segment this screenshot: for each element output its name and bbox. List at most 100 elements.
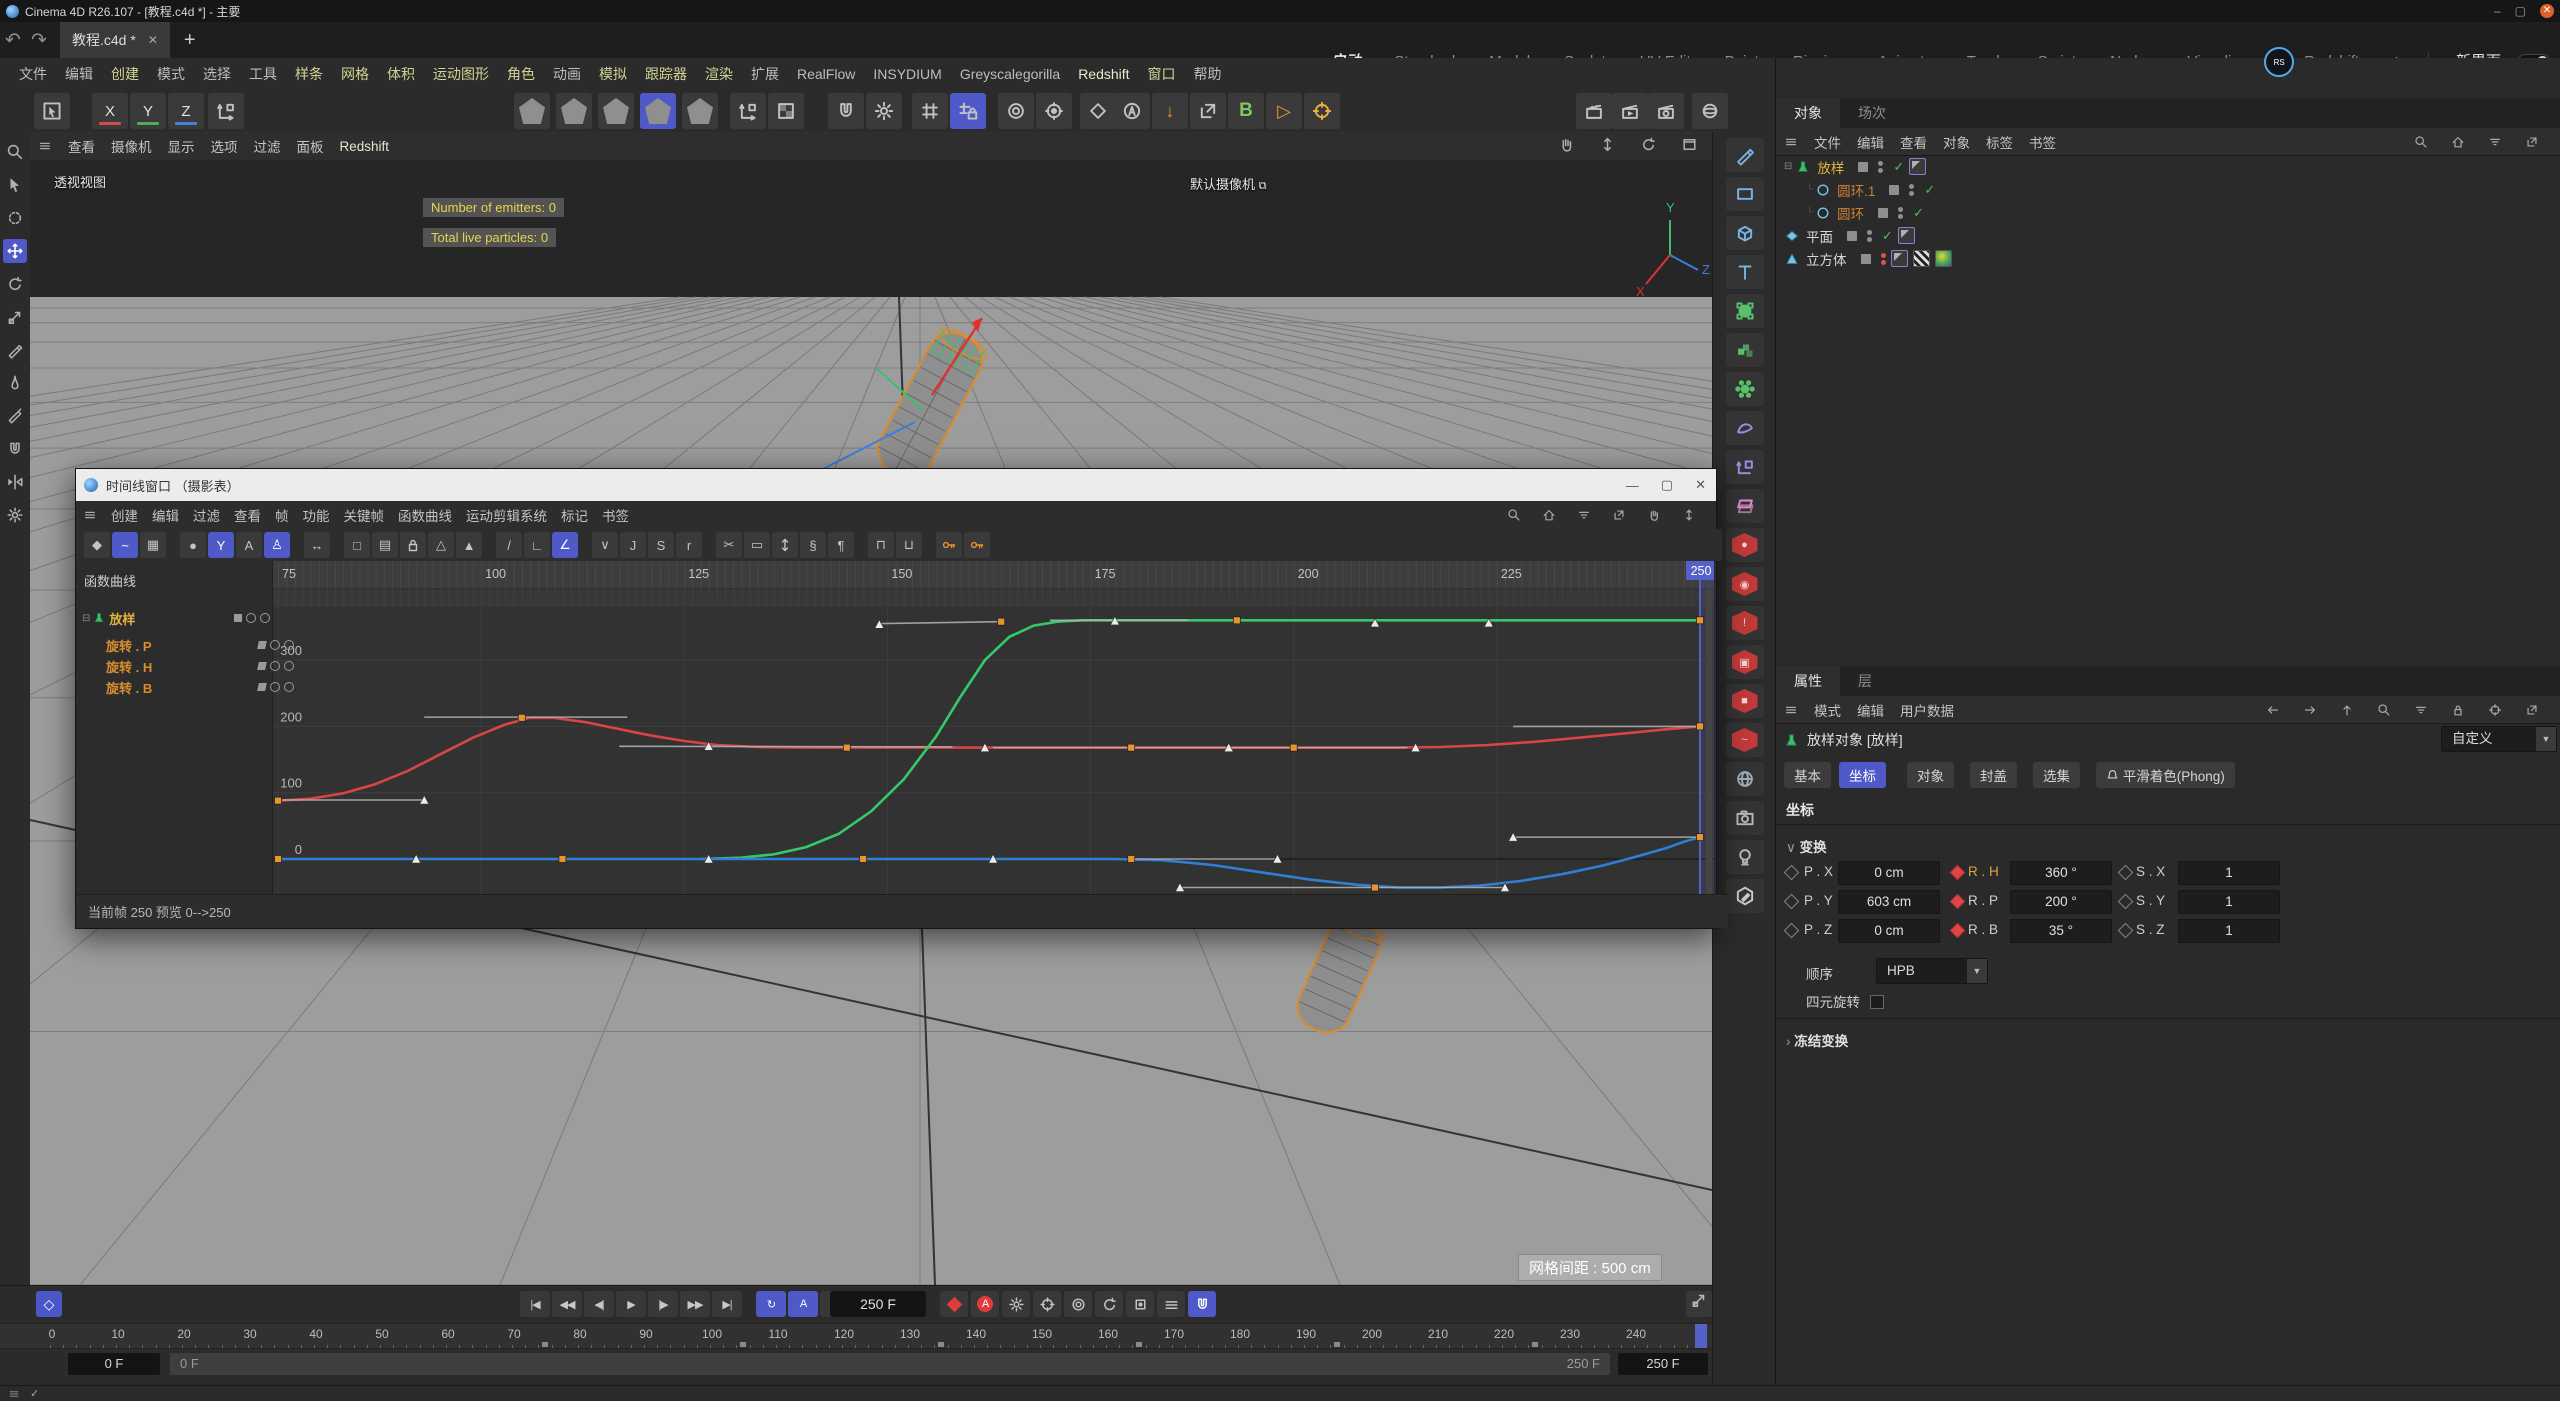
layer-chip[interactable]	[1878, 208, 1888, 218]
menu-INSYDIUM[interactable]: INSYDIUM	[864, 66, 950, 82]
am-menu-用户数据[interactable]: 用户数据	[1892, 700, 1962, 720]
menu-角色[interactable]: 角色	[498, 64, 544, 84]
track-toggle-icon[interactable]	[246, 613, 256, 623]
flag-tag-icon[interactable]	[1891, 250, 1908, 267]
st-camera-icon[interactable]	[1726, 801, 1764, 835]
loop-button[interactable]: ↻	[756, 1291, 786, 1317]
menu-运动图形[interactable]: 运动图形	[424, 64, 498, 84]
rotation-order-dropdown[interactable]: HPB▼	[1876, 958, 1988, 984]
track-mute-icon[interactable]	[234, 614, 242, 622]
tl-tool-21-icon[interactable]: ▭	[744, 532, 770, 558]
record-scale-button[interactable]	[1064, 1291, 1092, 1317]
track-toggle-icon[interactable]	[284, 661, 294, 671]
autokey-objects-icon[interactable]	[1114, 93, 1150, 129]
menu-模式[interactable]: 模式	[148, 64, 194, 84]
fcurve-mode-icon[interactable]: ~	[112, 532, 138, 558]
om-menu-对象[interactable]: 对象	[1935, 132, 1978, 152]
tl-home-icon[interactable]	[1535, 508, 1563, 522]
zoom-tool-icon[interactable]	[3, 140, 27, 164]
keyframe[interactable]	[1128, 744, 1135, 751]
redshift-volume-icon[interactable]: ~	[1726, 723, 1764, 757]
motext-icon[interactable]	[1726, 255, 1764, 289]
checker-tag-icon[interactable]	[1913, 250, 1930, 267]
keyframe-diamond[interactable]	[2118, 865, 2134, 881]
tl-tool-15-icon[interactable]: ∠	[552, 532, 578, 558]
keyframe[interactable]	[1696, 723, 1703, 730]
tl-tool-6-icon[interactable]: ♙	[264, 532, 290, 558]
om-menu-书签[interactable]: 书签	[2021, 132, 2064, 152]
param-field[interactable]: 35 °	[2010, 919, 2112, 943]
tl-tool-26-icon[interactable]: ⊔	[896, 532, 922, 558]
object-row-放样[interactable]: ⊟放样✓	[1776, 155, 2560, 178]
keyframe[interactable]	[843, 744, 850, 751]
section-选集[interactable]: 选集	[2033, 762, 2080, 788]
tab-场次[interactable]: 场次	[1840, 98, 1904, 128]
tab-属性[interactable]: 属性	[1776, 666, 1840, 696]
keyframe[interactable]	[1128, 856, 1135, 863]
tl-tool-0-icon[interactable]: ◆	[84, 532, 110, 558]
document-tab[interactable]: 教程.c4d * ✕	[60, 22, 170, 58]
vp-menu-显示[interactable]: 显示	[160, 136, 203, 156]
flag-tag-icon[interactable]	[1898, 227, 1915, 244]
tl-tool-5-icon[interactable]: A	[236, 532, 262, 558]
vp-menu-选项[interactable]: 选项	[203, 136, 246, 156]
set-keyframe-button[interactable]: ◇	[36, 1291, 62, 1317]
menu-帮助[interactable]: 帮助	[1185, 64, 1231, 84]
visibility-dots[interactable]	[1867, 230, 1872, 242]
add-tab-button[interactable]: +	[170, 29, 210, 52]
section-平滑着色(Phong)[interactable]: 平滑着色(Phong)	[2096, 762, 2235, 788]
keying-settings-button[interactable]	[1002, 1291, 1030, 1317]
primitive-object-icon[interactable]	[1726, 216, 1764, 250]
tl-tool-13-icon[interactable]: /	[496, 532, 522, 558]
tl-menu-函数曲线[interactable]: 函数曲线	[391, 505, 459, 525]
keyframe-diamond[interactable]	[1784, 894, 1800, 910]
tl-updown-icon[interactable]	[1675, 508, 1703, 522]
render-view-icon[interactable]	[1576, 93, 1612, 129]
layer-chip[interactable]	[1847, 231, 1857, 241]
tl-popout-icon[interactable]	[1605, 508, 1633, 522]
section-坐标[interactable]: 坐标	[1839, 762, 1886, 788]
knife-tool-icon[interactable]	[3, 404, 27, 428]
range-end-field[interactable]: 250 F	[1618, 1353, 1708, 1375]
expander-icon[interactable]: ⊟	[1784, 161, 1792, 172]
keyframe[interactable]	[275, 797, 282, 804]
redshift-proxy-icon[interactable]: ■	[1726, 684, 1764, 718]
param-field[interactable]: 1	[2178, 890, 2280, 914]
track-toggle-icon[interactable]	[270, 661, 280, 671]
close-button[interactable]: ✕	[2540, 4, 2554, 18]
workplane-grid-icon[interactable]	[912, 93, 948, 129]
select-tool-icon[interactable]	[3, 173, 27, 197]
record-position-button[interactable]	[1033, 1291, 1061, 1317]
coordinate-system-icon[interactable]	[208, 93, 244, 129]
redshift-material-icon[interactable]: ●	[1726, 528, 1764, 562]
track-icons[interactable]	[234, 613, 270, 623]
modeling-axis-icon[interactable]	[1726, 450, 1764, 484]
tl-menu-查看[interactable]: 查看	[227, 505, 268, 525]
next-frame-button[interactable]: |▶	[648, 1291, 678, 1317]
brush-tool-icon[interactable]	[3, 371, 27, 395]
tl-tool-11-icon[interactable]: △	[428, 532, 454, 558]
param-field[interactable]: 0 cm	[1838, 861, 1940, 885]
param-field[interactable]: 200 °	[2010, 890, 2112, 914]
axis-x-lock[interactable]: X	[92, 93, 128, 129]
object-row-圆环[interactable]: └圆环✓	[1776, 201, 2560, 224]
om-menu-查看[interactable]: 查看	[1892, 132, 1935, 152]
next-key-button[interactable]: ▶▶	[680, 1291, 710, 1317]
object-row-圆环.1[interactable]: └圆环.1✓	[1776, 178, 2560, 201]
tl-menu-书签[interactable]: 书签	[595, 505, 636, 525]
redshift-light-icon[interactable]: !	[1726, 606, 1764, 640]
timeline-scale-icon[interactable]	[1686, 1291, 1712, 1317]
tab-对象[interactable]: 对象	[1776, 98, 1840, 128]
play-plugin-icon[interactable]: ▷	[1266, 93, 1302, 129]
edit-mode-icon[interactable]	[1726, 879, 1764, 913]
snap-icon[interactable]	[828, 93, 864, 129]
am-menu-模式[interactable]: 模式	[1806, 700, 1849, 720]
menu-体积[interactable]: 体积	[378, 64, 424, 84]
track-icons[interactable]	[258, 661, 294, 671]
enabled-check-icon[interactable]: ✓	[1893, 159, 1904, 175]
tl-tool-20-icon[interactable]: ✂	[716, 532, 742, 558]
param-field[interactable]: 1	[2178, 861, 2280, 885]
om-popout-icon[interactable]	[2517, 135, 2547, 149]
redshift-camera-icon[interactable]: ▣	[1726, 645, 1764, 679]
keyframe-diamond-on[interactable]	[1950, 923, 1966, 939]
